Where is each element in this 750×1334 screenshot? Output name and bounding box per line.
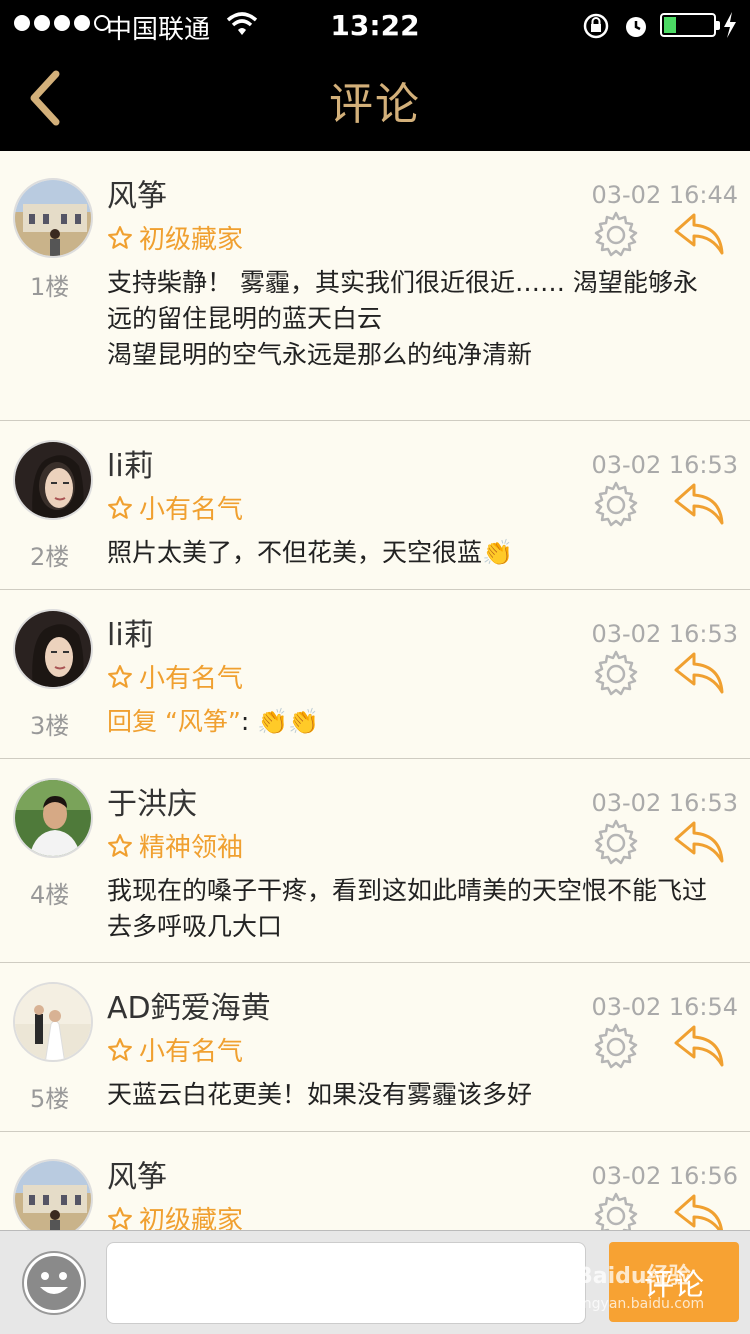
battery-icon (660, 13, 720, 37)
comment-item: li莉 小有名气 03-02 16:53 2楼 照片太美了，不但花美，天空很蓝👏 (0, 421, 750, 590)
status-bar: 中国联通 13:22 (0, 0, 750, 52)
floor-number: 4楼 (30, 881, 70, 909)
username[interactable]: AD鈣爱海黄 (107, 983, 271, 1027)
floor-number: 1楼 (30, 273, 70, 301)
comment-text: 我现在的嗓子干疼，看到这如此晴美的天空恨不能飞过去多呼吸几大口 (107, 876, 708, 941)
top-bar: 中国联通 13:22 评论 (0, 0, 750, 151)
user-rank: 初级藏家 (107, 1200, 243, 1230)
username[interactable]: 于洪庆 (107, 779, 197, 823)
reply-icon[interactable] (672, 1023, 726, 1069)
reply-icon[interactable] (672, 650, 726, 696)
reply-icon[interactable] (672, 211, 726, 257)
user-rank: 小有名气 (107, 658, 243, 695)
avatar[interactable] (13, 178, 93, 258)
username[interactable]: li莉 (107, 610, 154, 654)
reply-quote[interactable]: 回复 “风筝” (107, 707, 241, 736)
reply-body: : 👏👏 (240, 707, 320, 736)
star-icon (108, 495, 132, 519)
comment-item: 风筝 初级藏家 03-02 16:56 (0, 1132, 750, 1230)
rank-label: 小有名气 (139, 664, 244, 694)
comment-text: 照片太美了，不但花美，天空很蓝👏 (107, 538, 514, 567)
rank-label: 初级藏家 (139, 1206, 244, 1230)
comment-input[interactable] (106, 1242, 586, 1324)
star-icon (108, 1037, 132, 1061)
avatar[interactable] (13, 609, 93, 689)
user-rank: 小有名气 (107, 489, 243, 526)
reply-icon[interactable] (672, 819, 726, 865)
comment-item: li莉 小有名气 03-02 16:53 3楼 回复 “风筝”: 👏👏 (0, 590, 750, 759)
floor-number: 3楼 (30, 712, 70, 740)
user-rank: 精神领袖 (107, 827, 243, 864)
watermark-brand: Baidu经验 (576, 1264, 691, 1289)
comment-time: 03-02 16:54 (591, 993, 738, 1021)
comment-time: 03-02 16:53 (591, 451, 738, 479)
comment-time: 03-02 16:53 (591, 620, 738, 648)
star-icon (108, 1206, 132, 1230)
star-icon (108, 225, 132, 249)
user-rank: 小有名气 (107, 1031, 243, 1068)
avatar[interactable] (13, 778, 93, 858)
orientation-lock-icon (583, 13, 609, 39)
gear-icon[interactable] (590, 817, 642, 869)
comment-item: 于洪庆 精神领袖 03-02 16:53 4楼 我现在的嗓子干疼，看到这如此晴美… (0, 759, 750, 963)
reply-icon[interactable] (672, 1192, 726, 1230)
star-icon (108, 833, 132, 857)
gear-icon[interactable] (590, 479, 642, 531)
rank-label: 精神领袖 (139, 833, 244, 863)
gear-icon[interactable] (590, 1190, 642, 1230)
user-rank: 初级藏家 (107, 219, 243, 256)
floor-number: 5楼 (30, 1085, 70, 1113)
star-icon (108, 664, 132, 688)
charging-icon (724, 12, 736, 38)
username[interactable]: 风筝 (107, 1152, 167, 1196)
gear-icon[interactable] (590, 1021, 642, 1073)
emoji-icon[interactable] (20, 1249, 88, 1317)
comment-time: 03-02 16:53 (591, 789, 738, 817)
username[interactable]: 风筝 (107, 171, 167, 215)
page-title: 评论 (329, 79, 421, 130)
rank-label: 小有名气 (139, 495, 244, 525)
comment-time: 03-02 16:44 (591, 181, 738, 209)
comment-text: 回复 “风筝”: 👏👏 (107, 704, 720, 740)
gear-icon[interactable] (590, 648, 642, 700)
avatar[interactable] (13, 982, 93, 1062)
floor-number: 2楼 (30, 543, 70, 571)
gear-icon[interactable] (590, 209, 642, 261)
comment-text: 支持柴静！ 雾霾，其实我们很近很近…… 渴望能够永远的留住昆明的蓝天白云 渴望昆… (107, 268, 698, 369)
avatar[interactable] (13, 440, 93, 520)
alarm-icon (626, 17, 646, 37)
comment-item: 风筝 初级藏家 03-02 16:44 1楼 支持柴静！ 雾霾，其实我们很近很近… (0, 151, 750, 421)
username[interactable]: li莉 (107, 441, 154, 485)
reply-icon[interactable] (672, 481, 726, 527)
comment-time: 03-02 16:56 (591, 1162, 738, 1190)
comment-text: 天蓝云白花更美！如果没有雾霾该多好 (107, 1080, 533, 1109)
avatar[interactable] (13, 1159, 93, 1230)
comment-list[interactable]: 风筝 初级藏家 03-02 16:44 1楼 支持柴静！ 雾霾，其实我们很近很近… (0, 151, 750, 1230)
rank-label: 初级藏家 (139, 225, 244, 255)
comment-item: AD鈣爱海黄 小有名气 03-02 16:54 5楼 天蓝云白花更美！如果没有雾… (0, 963, 750, 1132)
watermark-url: jingyan.baidu.com (575, 1296, 705, 1312)
rank-label: 小有名气 (139, 1037, 244, 1067)
